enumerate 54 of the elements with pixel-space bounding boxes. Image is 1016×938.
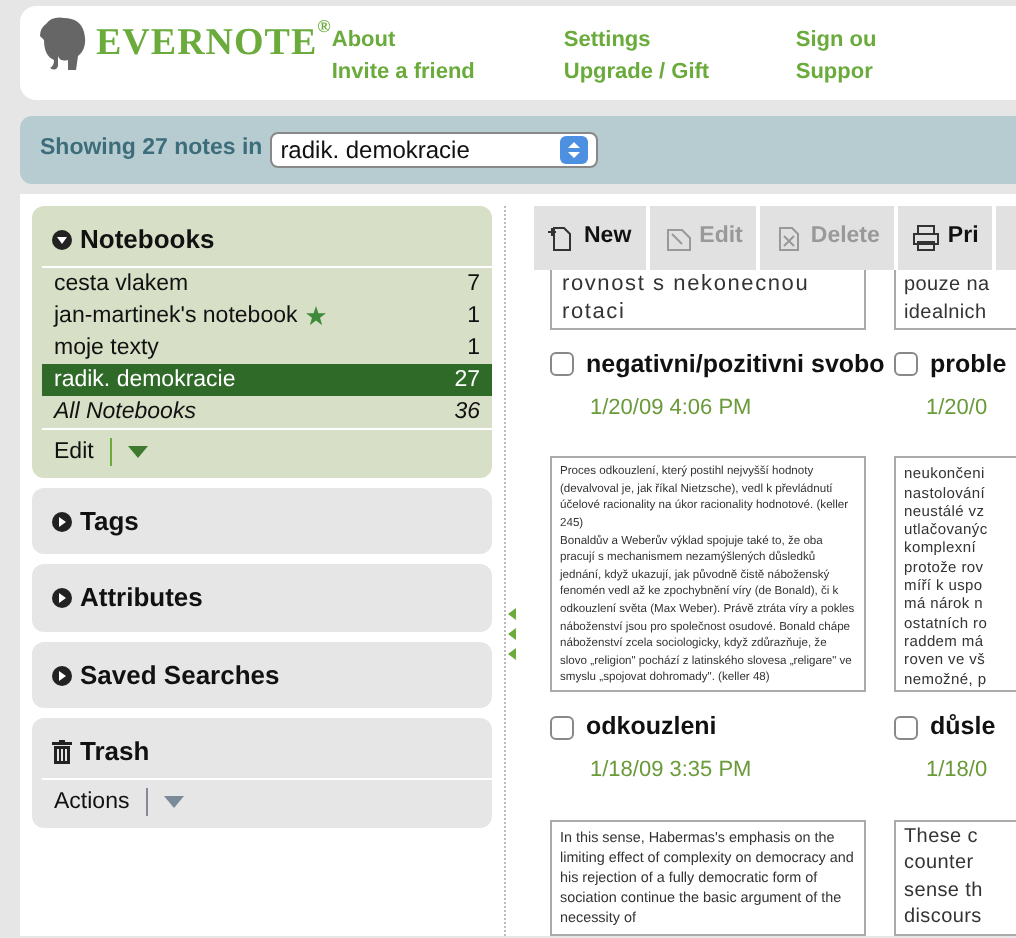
note-snippet[interactable]: These c counter sense th discours [894,819,1016,935]
expand-icon[interactable] [52,588,72,608]
notes-count-label: Showing 27 notes in [40,134,263,165]
notebook-item[interactable]: All Notebooks 36 [42,395,492,427]
notebook-name: jan-martinek's notebook [54,301,298,331]
select-arrows-icon [560,136,589,164]
note-checkbox[interactable] [550,715,574,740]
notebook-item[interactable]: moje texty 1 [42,331,492,363]
splitter-arrows-icon [506,606,518,666]
notebook-name: moje texty [54,333,159,363]
expand-icon[interactable] [52,665,72,685]
notebook-count: 27 [454,365,480,395]
delete-note-icon [774,224,803,252]
notebook-count: 36 [454,397,480,427]
sidebar-section-header[interactable]: Trash [32,726,492,778]
note-snippet[interactable]: pouze na idealnich [894,270,1016,330]
edit-menu[interactable]: Edit [54,435,94,470]
notebook-count: 1 [467,301,480,331]
collapse-icon[interactable] [52,229,72,250]
sidebar-section-header[interactable]: Notebooks [32,214,492,265]
notebook-name: All Notebooks [54,397,196,427]
evernote-logo: EVERNOTE$^{®}$ [96,16,332,68]
sidebar-section-header[interactable]: Saved Searches [32,649,492,701]
sidebar-section-header[interactable]: Attributes [32,572,492,624]
trash-icon [52,740,72,764]
notebook-item[interactable]: cesta vlakem 7 [42,267,492,299]
sidebar-section-header[interactable]: Tags [32,495,492,547]
caret-icon[interactable] [127,446,148,459]
notebook-select[interactable]: radik. demokracie [270,132,599,168]
edit-note-icon [663,224,692,252]
notebook-count: 7 [467,269,480,299]
note-checkbox[interactable] [894,352,918,377]
caret-icon[interactable] [163,796,184,809]
note-checkbox[interactable] [894,715,918,740]
toolbar-button[interactable]: New [534,206,650,270]
note-title[interactable]: odkouzleni [586,708,717,746]
actions-menu[interactable]: Actions [54,785,130,820]
printer-icon [911,224,940,252]
notebook-item[interactable]: jan-martinek's notebook 1 [42,299,492,331]
notebook-name: cesta vlakem [54,269,189,299]
notebook-count: 1 [467,333,480,363]
note-snippet[interactable]: rovnost s nekonecnou rotaci [550,270,866,330]
note-title[interactable]: negativni/pozitivni svobo [586,346,885,384]
note-checkbox[interactable] [550,352,574,377]
notebook-name: radik. demokracie [54,365,236,395]
expand-icon[interactable] [52,511,72,531]
new-note-icon [548,224,576,252]
note-date: 1/18/09 3:35 PM [588,756,754,786]
note-date: 1/20/09 4:06 PM [588,393,754,424]
note-title[interactable]: proble [930,346,1007,384]
note-date: 1/18/0 [924,756,990,786]
notebook-item[interactable]: radik. demokracie 27 [42,363,492,395]
note-date: 1/20/0 [924,393,990,424]
note-title[interactable]: důsle [930,708,996,746]
